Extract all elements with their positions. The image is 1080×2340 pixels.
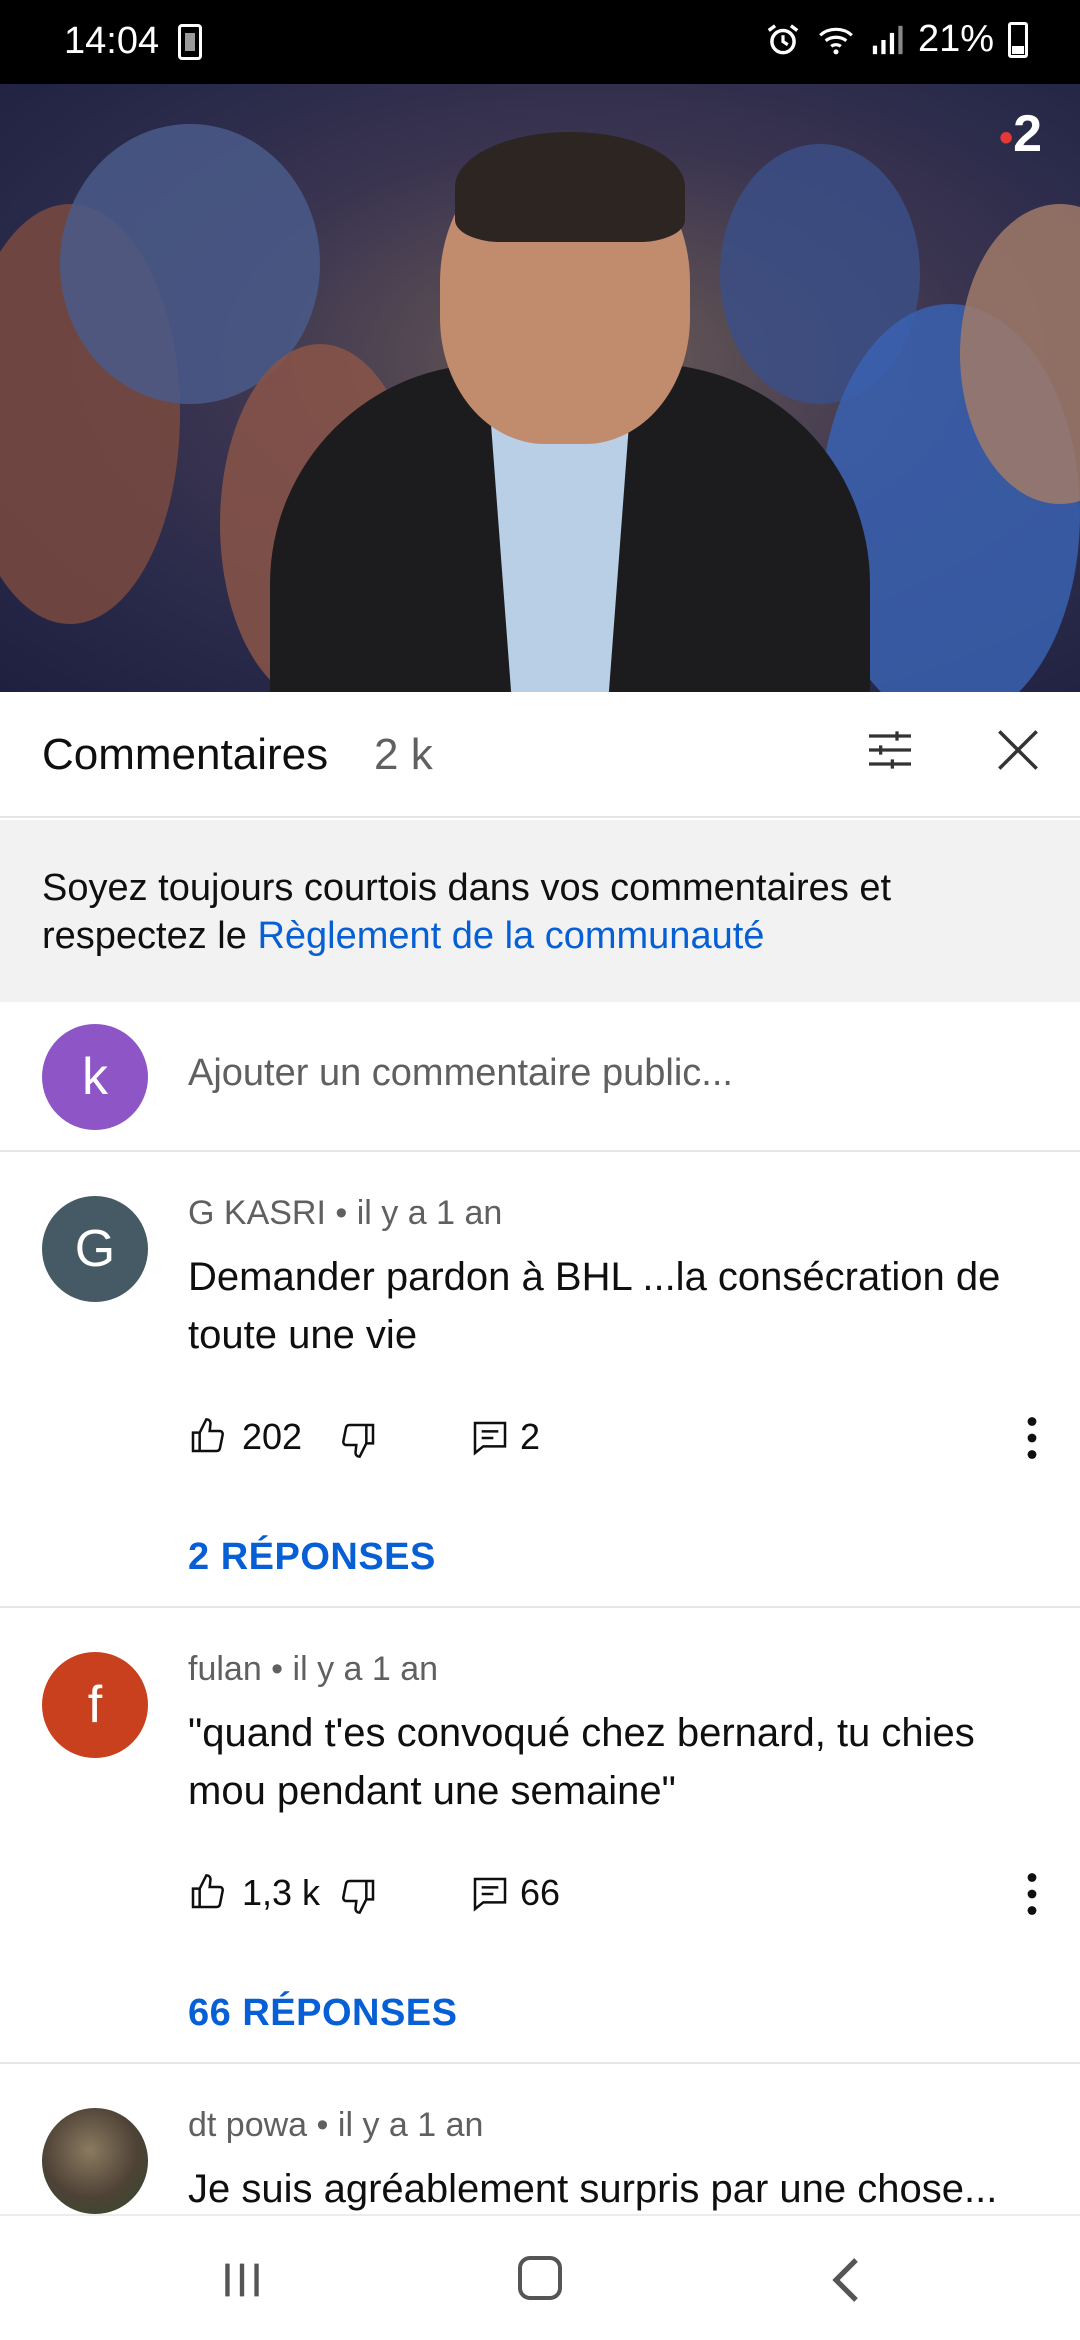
comment-item: G G KASRI • il y a 1 an Demander pardon … [0, 1152, 1080, 1608]
view-replies-link[interactable]: 66 RÉPONSES [188, 1992, 458, 2035]
comment-meta: fulan • il y a 1 an [188, 1650, 439, 1688]
comments-count: 2 k [374, 730, 433, 779]
comment-text: Je suis agréablement surpris par une cho… [188, 2167, 998, 2211]
reply-count: 66 [520, 1872, 561, 1913]
presenter-hair [455, 132, 685, 242]
comment-time: il y a 1 an [292, 1650, 439, 1688]
reply-count: 2 [520, 1416, 541, 1457]
more-vert-icon[interactable] [1026, 1872, 1038, 1916]
sliders-icon[interactable] [862, 722, 918, 778]
status-icons: 21% [764, 18, 1028, 61]
channel-logo: •2 [999, 105, 1042, 163]
comment-item: dt powa • il y a 1 an Je suis agréableme… [0, 2064, 1080, 2214]
signal-icon [872, 25, 903, 54]
thumbs-down-icon[interactable] [338, 1876, 378, 1916]
video-player[interactable]: •2 [0, 84, 1080, 692]
home-icon[interactable] [518, 2256, 562, 2300]
comment-actions: 202 2 [188, 1410, 1048, 1466]
add-comment-row[interactable]: k Ajouter un commentaire public... [0, 1002, 1080, 1152]
add-comment-input[interactable]: Ajouter un commentaire public... [188, 1052, 733, 1095]
status-time: 14:04 [64, 20, 160, 62]
reply-icon[interactable] [470, 1418, 510, 1458]
like-count: 1,3 k [242, 1872, 321, 1913]
status-bar: 14:04 21% [0, 0, 1080, 84]
alarm-icon [767, 23, 799, 54]
comment-text: Demander pardon à BHL ...la consécration… [188, 1255, 1001, 1357]
wifi-icon [819, 27, 853, 54]
comment-text: "quand t'es convoqué chez bernard, tu ch… [188, 1711, 975, 1813]
comment-meta: G KASRI • il y a 1 an [188, 1194, 503, 1232]
back-icon[interactable] [828, 2256, 868, 2304]
community-guidelines-link[interactable]: Règlement de la communauté [257, 915, 764, 957]
system-nav-bar [0, 2214, 1080, 2340]
comment-time: il y a 1 an [356, 1194, 503, 1232]
recent-apps-icon[interactable] [220, 2260, 264, 2300]
comment-author[interactable]: fulan [188, 1650, 262, 1688]
community-notice: Soyez toujours courtois dans vos comment… [0, 820, 1080, 1002]
comments-header: Commentaires 2 k [0, 692, 1080, 818]
reply-icon[interactable] [470, 1874, 510, 1914]
thumbs-down-icon[interactable] [338, 1420, 378, 1460]
avatar[interactable]: f [42, 1652, 148, 1758]
comment-actions: 1,3 k 66 [188, 1866, 1048, 1922]
comment-author[interactable]: G KASRI [188, 1194, 326, 1232]
like-count: 202 [242, 1416, 303, 1457]
close-icon[interactable] [990, 722, 1046, 778]
comment-time: il y a 1 an [337, 2106, 484, 2144]
comment-meta: dt powa • il y a 1 an [188, 2106, 484, 2144]
comment-author[interactable]: dt powa [188, 2106, 307, 2144]
battery-percent: 21% [917, 18, 994, 60]
sim-icon [178, 24, 202, 60]
avatar[interactable]: G [42, 1196, 148, 1302]
thumbs-up-icon[interactable] [188, 1872, 228, 1912]
comment-item: f fulan • il y a 1 an "quand t'es convoq… [0, 1608, 1080, 2064]
more-vert-icon[interactable] [1026, 1416, 1038, 1460]
avatar: k [42, 1024, 148, 1130]
thumbs-up-icon[interactable] [188, 1416, 228, 1456]
battery-icon [1008, 21, 1028, 58]
view-replies-link[interactable]: 2 RÉPONSES [188, 1536, 436, 1579]
avatar[interactable] [42, 2108, 148, 2214]
comments-title: Commentaires [42, 730, 329, 779]
